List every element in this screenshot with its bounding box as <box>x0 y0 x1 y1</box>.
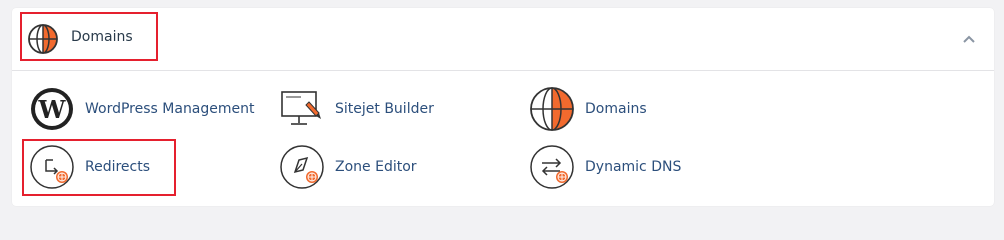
tool-label: Zone Editor <box>335 159 417 175</box>
globe-icon <box>28 24 58 54</box>
globe-icon <box>530 87 574 131</box>
zone-editor-icon <box>280 145 324 189</box>
tool-label: Sitejet Builder <box>335 101 434 117</box>
monitor-pen-icon <box>281 91 321 125</box>
domains-panel: Domains W WordPress Management Sitejet B… <box>12 8 994 206</box>
tool-label: WordPress Management <box>85 101 255 117</box>
tool-wordpress-management[interactable]: W WordPress Management <box>29 85 255 133</box>
tool-label: Domains <box>585 101 647 117</box>
tool-redirects[interactable]: Redirects <box>29 143 150 191</box>
svg-text:W: W <box>38 95 67 124</box>
collapse-button[interactable] <box>958 30 980 48</box>
wordpress-icon: W <box>31 88 73 130</box>
redirect-icon <box>30 145 74 189</box>
section-title: Domains <box>71 29 133 45</box>
tool-dynamic-dns[interactable]: Dynamic DNS <box>529 143 681 191</box>
tool-zone-editor[interactable]: Zone Editor <box>279 143 417 191</box>
tool-label: Redirects <box>85 159 151 175</box>
tool-sitejet-builder[interactable]: Sitejet Builder <box>279 85 434 133</box>
chevron-up-icon <box>963 35 975 43</box>
panel-header[interactable]: Domains <box>12 8 994 71</box>
tool-domains[interactable]: Domains <box>529 85 647 133</box>
tool-label: Dynamic DNS <box>585 159 682 175</box>
dynamic-dns-icon <box>530 145 574 189</box>
